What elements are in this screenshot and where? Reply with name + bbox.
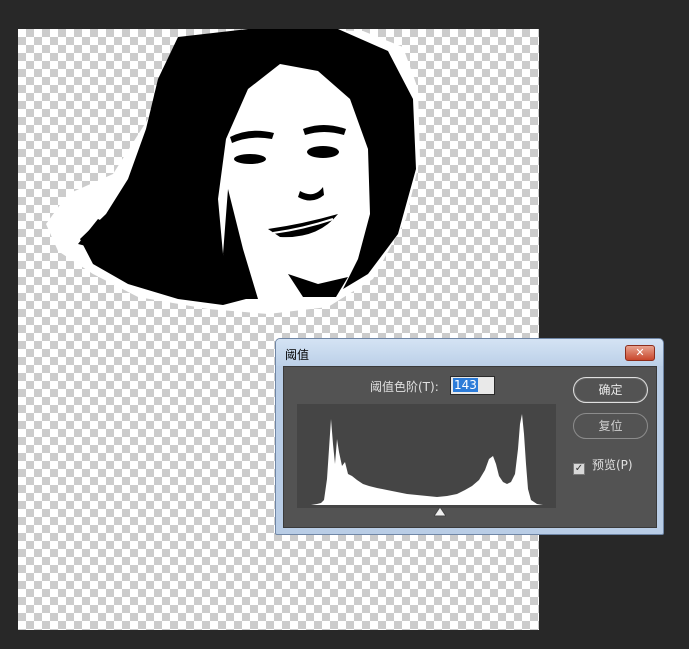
check-icon[interactable]: ✓ — [573, 463, 585, 475]
threshold-level-value: 143 — [453, 378, 478, 392]
histogram-panel — [297, 404, 556, 508]
slider-triangle-icon[interactable] — [434, 507, 446, 517]
dialog-titlebar[interactable]: 阈值 ✕ — [276, 339, 663, 366]
ok-button[interactable]: 确定 — [573, 377, 648, 403]
threshold-dialog: 阈值 ✕ 阈值色阶(T): 143 确定 复位 ✓ 预览(P) — [275, 338, 664, 535]
reset-button[interactable]: 复位 — [573, 413, 648, 439]
dialog-title: 阈值 — [285, 348, 310, 362]
dialog-body: 阈值色阶(T): 143 确定 复位 ✓ 预览(P) — [283, 366, 657, 528]
close-icon: ✕ — [635, 346, 645, 359]
document-canvas[interactable] — [18, 29, 539, 630]
threshold-level-label: 阈值色阶(T): — [370, 380, 439, 394]
preview-label: 预览(P) — [592, 458, 633, 472]
threshold-level-input[interactable]: 143 — [450, 376, 495, 395]
preview-checkbox-row[interactable]: ✓ 预览(P) — [573, 456, 633, 475]
photoshop-workspace: 阈值 ✕ 阈值色阶(T): 143 确定 复位 ✓ 预览(P) — [0, 0, 689, 649]
histogram-graph — [311, 414, 543, 505]
threshold-portrait-image — [46, 29, 420, 314]
close-button[interactable]: ✕ — [625, 345, 655, 361]
